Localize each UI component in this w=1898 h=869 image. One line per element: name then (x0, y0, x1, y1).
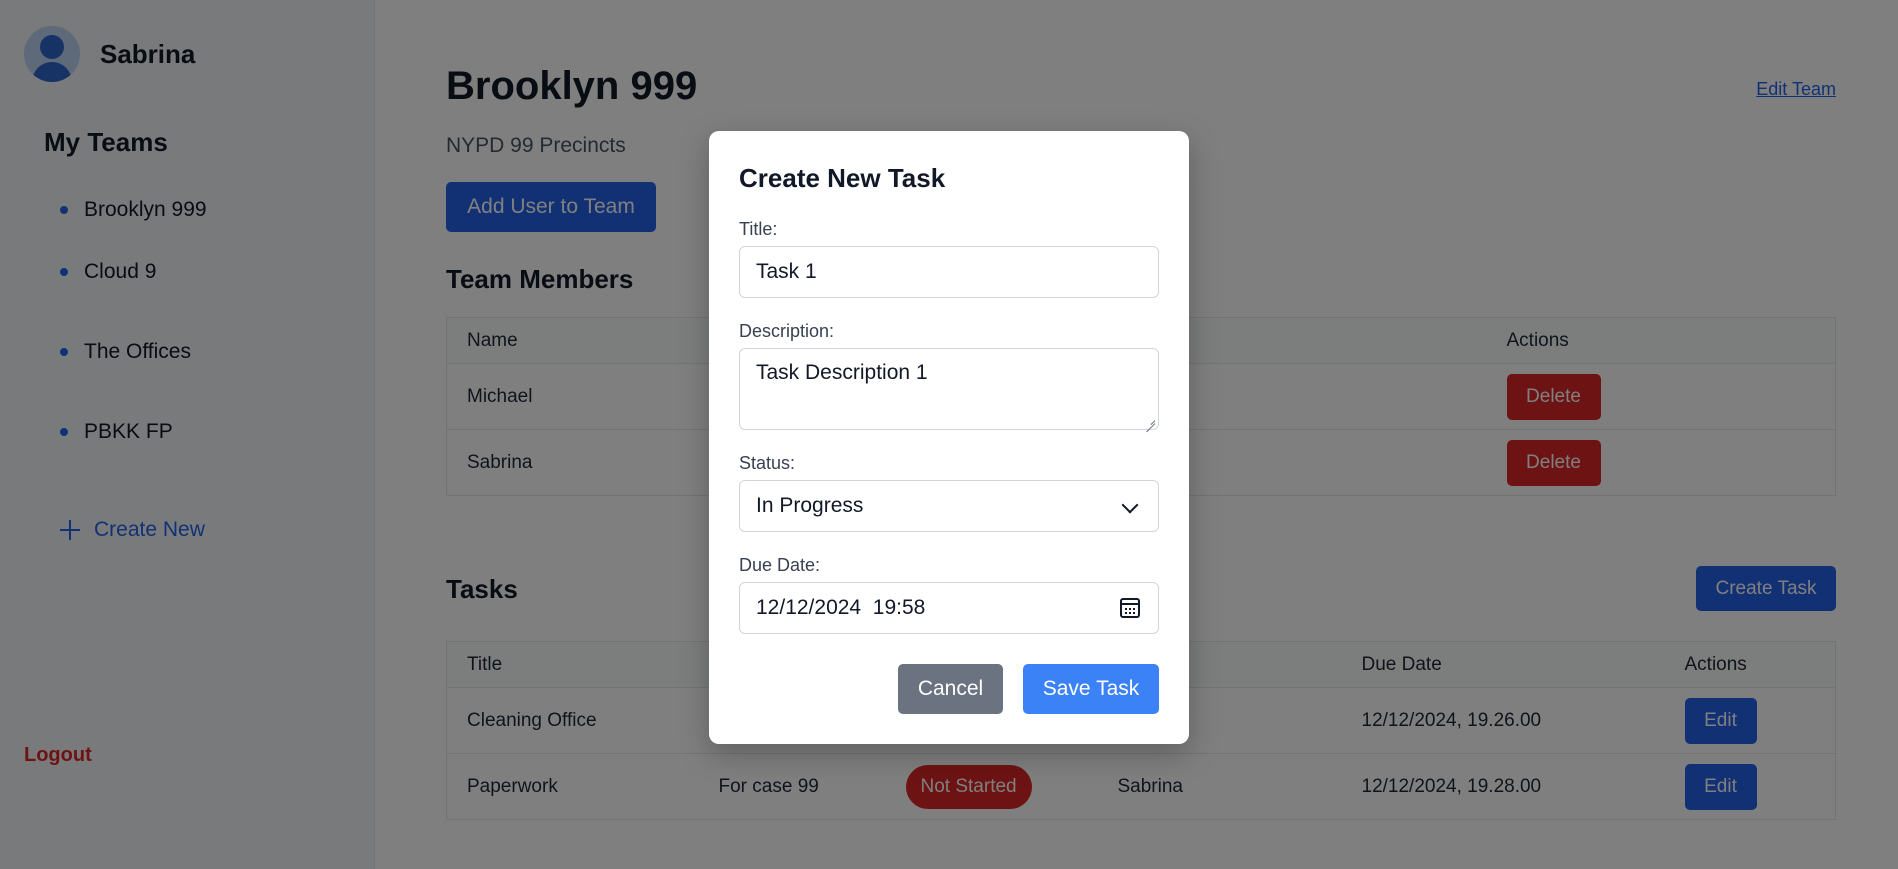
cancel-button[interactable]: Cancel (898, 664, 1003, 714)
status-select[interactable]: In Progress (739, 480, 1159, 532)
status-selected-value: In Progress (756, 494, 864, 517)
due-date-value: 12/12/2024 19:58 (756, 596, 926, 619)
save-task-button[interactable]: Save Task (1023, 664, 1159, 714)
task-description-input[interactable]: Task Description 1 (739, 348, 1159, 430)
due-date-input[interactable]: 12/12/2024 19:58 (739, 582, 1159, 634)
description-label: Description: (739, 321, 835, 341)
chevron-down-icon (1121, 496, 1139, 514)
status-label: Status: (739, 453, 796, 473)
due-date-label: Due Date: (739, 555, 821, 575)
task-title-input[interactable] (739, 246, 1159, 298)
create-task-modal: Create New Task Title: Description: Task… (709, 131, 1189, 744)
title-label: Title: (739, 219, 778, 239)
resize-handle-icon[interactable] (1145, 414, 1155, 424)
modal-title: Create New Task (739, 163, 946, 193)
calendar-icon[interactable] (1120, 598, 1140, 618)
